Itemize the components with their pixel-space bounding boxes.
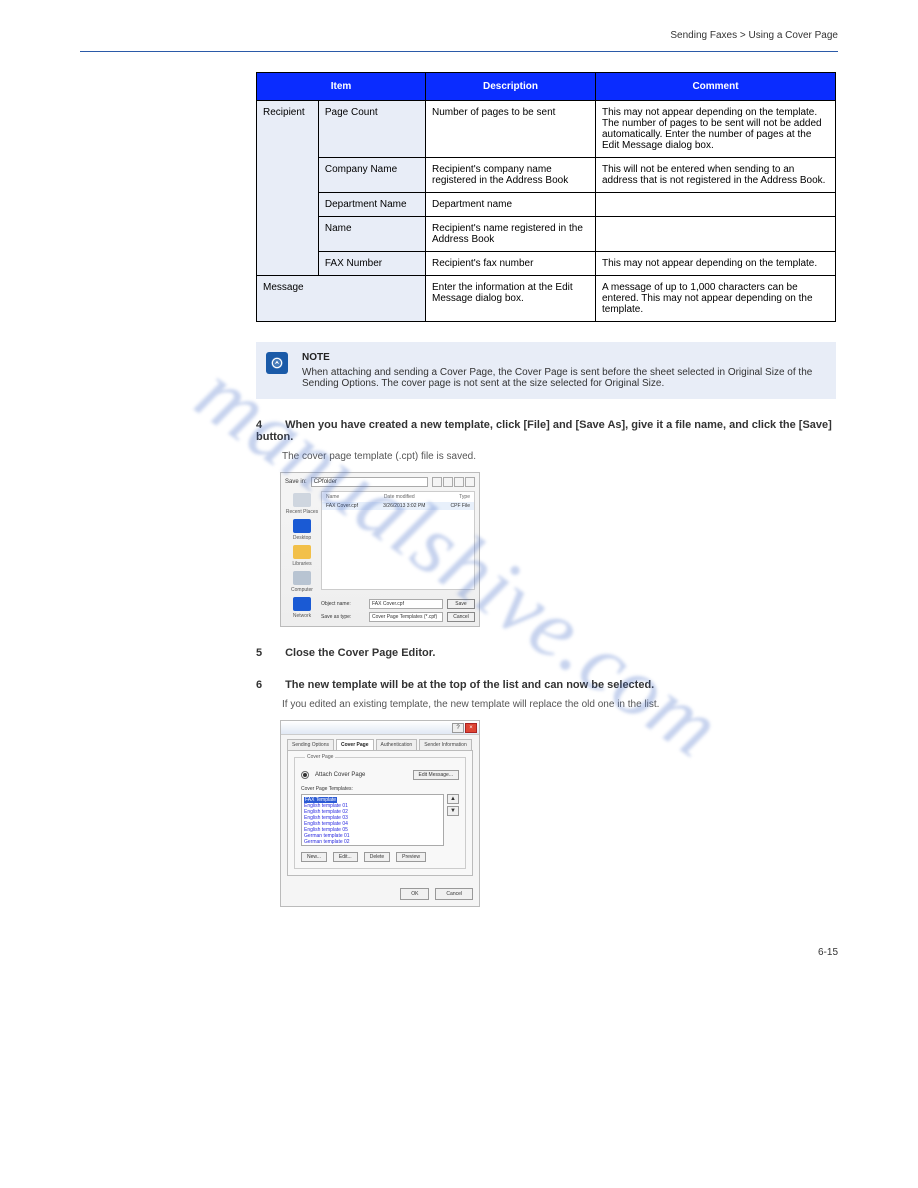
file-type: CPF File — [451, 503, 470, 509]
templates-label: Cover Page Templates: — [301, 786, 459, 792]
place-icon[interactable] — [293, 493, 311, 507]
new-button[interactable]: New... — [301, 852, 327, 862]
cover-page-dialog: ? × Sending OptionsCover PageAuthenticat… — [280, 720, 480, 907]
note-box: NOTE When attaching and sending a Cover … — [256, 342, 836, 399]
step-text: When you have created a new template, cl… — [256, 419, 832, 443]
table-cell: Department name — [426, 193, 596, 217]
note-label: NOTE — [302, 352, 330, 363]
group-title: Cover Page — [305, 754, 335, 760]
new-folder-icon[interactable] — [454, 477, 464, 487]
move-down-icon[interactable]: ▼ — [447, 806, 459, 816]
table-cell: Name — [318, 217, 425, 252]
step-num: 6 — [256, 679, 282, 691]
tab-sending-options[interactable]: Sending Options — [287, 739, 334, 750]
place-label: Computer — [291, 587, 313, 593]
step-6-sub: If you edited an existing template, the … — [282, 699, 842, 710]
table-cell: Message — [257, 276, 426, 322]
table-cell: Number of pages to be sent — [426, 101, 596, 158]
edit-message-button[interactable]: Edit Message... — [413, 770, 459, 780]
table-cell: This may not appear depending on the tem… — [596, 101, 836, 158]
save-button[interactable]: Save — [447, 599, 475, 609]
table-cell: Enter the information at the Edit Messag… — [426, 276, 596, 322]
cancel-button[interactable]: Cancel — [447, 612, 475, 622]
table-cell: A message of up to 1,000 characters can … — [596, 276, 836, 322]
attach-cover-label: Attach Cover Page — [315, 772, 365, 778]
place-icon[interactable] — [293, 571, 311, 585]
step-num: 5 — [256, 647, 282, 659]
col-type: Type — [459, 494, 470, 500]
ok-button[interactable]: OK — [400, 888, 429, 900]
place-icon[interactable] — [293, 519, 311, 533]
tab-sender-information[interactable]: Sender Information — [419, 739, 472, 750]
breadcrumb: Sending Faxes > Using a Cover Page — [80, 30, 838, 41]
table-cell: Company Name — [318, 158, 425, 193]
tab-authentication[interactable]: Authentication — [376, 739, 418, 750]
th-comment: Comment — [596, 73, 836, 101]
save-type-label: Save as type: — [321, 614, 365, 620]
place-icon[interactable] — [293, 545, 311, 559]
th-item: Item — [257, 73, 426, 101]
table-cell — [596, 217, 836, 252]
note-text: When attaching and sending a Cover Page,… — [302, 367, 824, 389]
file-date: 3/26/2013 3:02 PM — [383, 503, 425, 509]
step-text: Close the Cover Page Editor. — [285, 647, 435, 659]
col-date: Date modified — [384, 494, 415, 500]
place-icon[interactable] — [293, 597, 311, 611]
step-6: 6 The new template will be at the top of… — [256, 679, 836, 691]
step-4-sub: The cover page template (.cpt) file is s… — [282, 451, 842, 462]
place-label: Network — [293, 613, 311, 619]
table-cell: Recipient — [257, 101, 319, 276]
tab-cover-page[interactable]: Cover Page — [336, 739, 374, 750]
table-cell: Page Count — [318, 101, 425, 158]
preview-button[interactable]: Preview — [396, 852, 426, 862]
step-5: 5 Close the Cover Page Editor. — [256, 647, 836, 659]
table-cell: FAX Number — [318, 252, 425, 276]
help-icon[interactable]: ? — [452, 723, 464, 733]
close-icon[interactable]: × — [465, 723, 477, 733]
object-name-label: Object name: — [321, 601, 365, 607]
object-name-input[interactable]: FAX Cover.cpf — [369, 599, 443, 609]
save-in-combo[interactable]: CPfolder — [311, 477, 428, 487]
save-as-dialog: Save in: CPfolder Recent Places Desktop Li… — [280, 472, 480, 627]
list-item[interactable]: German template 02 — [304, 839, 441, 845]
table-cell: Department Name — [318, 193, 425, 217]
page-number: 6-15 — [80, 947, 838, 958]
place-label: Desktop — [293, 535, 311, 541]
table-cell: Recipient's fax number — [426, 252, 596, 276]
cancel-button[interactable]: Cancel — [435, 888, 473, 900]
edit-button[interactable]: Edit... — [333, 852, 358, 862]
col-name: Name — [326, 494, 339, 500]
table-cell: This will not be entered when sending to… — [596, 158, 836, 193]
table-cell — [596, 193, 836, 217]
move-up-icon[interactable]: ▲ — [447, 794, 459, 804]
table-cell: Recipient's name registered in the Addre… — [426, 217, 596, 252]
place-label: Libraries — [292, 561, 311, 567]
save-type-combo[interactable]: Cover Page Templates (*.cpf) — [369, 612, 443, 622]
templates-list[interactable]: FAX TemplateEnglish template 01English t… — [301, 794, 444, 846]
step-4: 4 When you have created a new template, … — [256, 419, 836, 443]
place-label: Recent Places — [286, 509, 318, 515]
note-icon — [266, 352, 288, 374]
recipient-table: Item Description Comment RecipientPage C… — [256, 72, 836, 322]
header-divider — [80, 51, 838, 52]
th-desc: Description — [426, 73, 596, 101]
step-num: 4 — [256, 419, 282, 431]
table-cell: This may not appear depending on the tem… — [596, 252, 836, 276]
nav-up-icon[interactable] — [443, 477, 453, 487]
nav-back-icon[interactable] — [432, 477, 442, 487]
save-in-label: Save in: — [285, 479, 307, 485]
attach-cover-radio[interactable] — [301, 771, 309, 779]
step-text: The new template will be at the top of t… — [285, 679, 654, 691]
view-icon[interactable] — [465, 477, 475, 487]
table-cell: Recipient's company name registered in t… — [426, 158, 596, 193]
delete-button[interactable]: Delete — [364, 852, 390, 862]
file-name[interactable]: FAX Cover.cpf — [326, 503, 358, 509]
